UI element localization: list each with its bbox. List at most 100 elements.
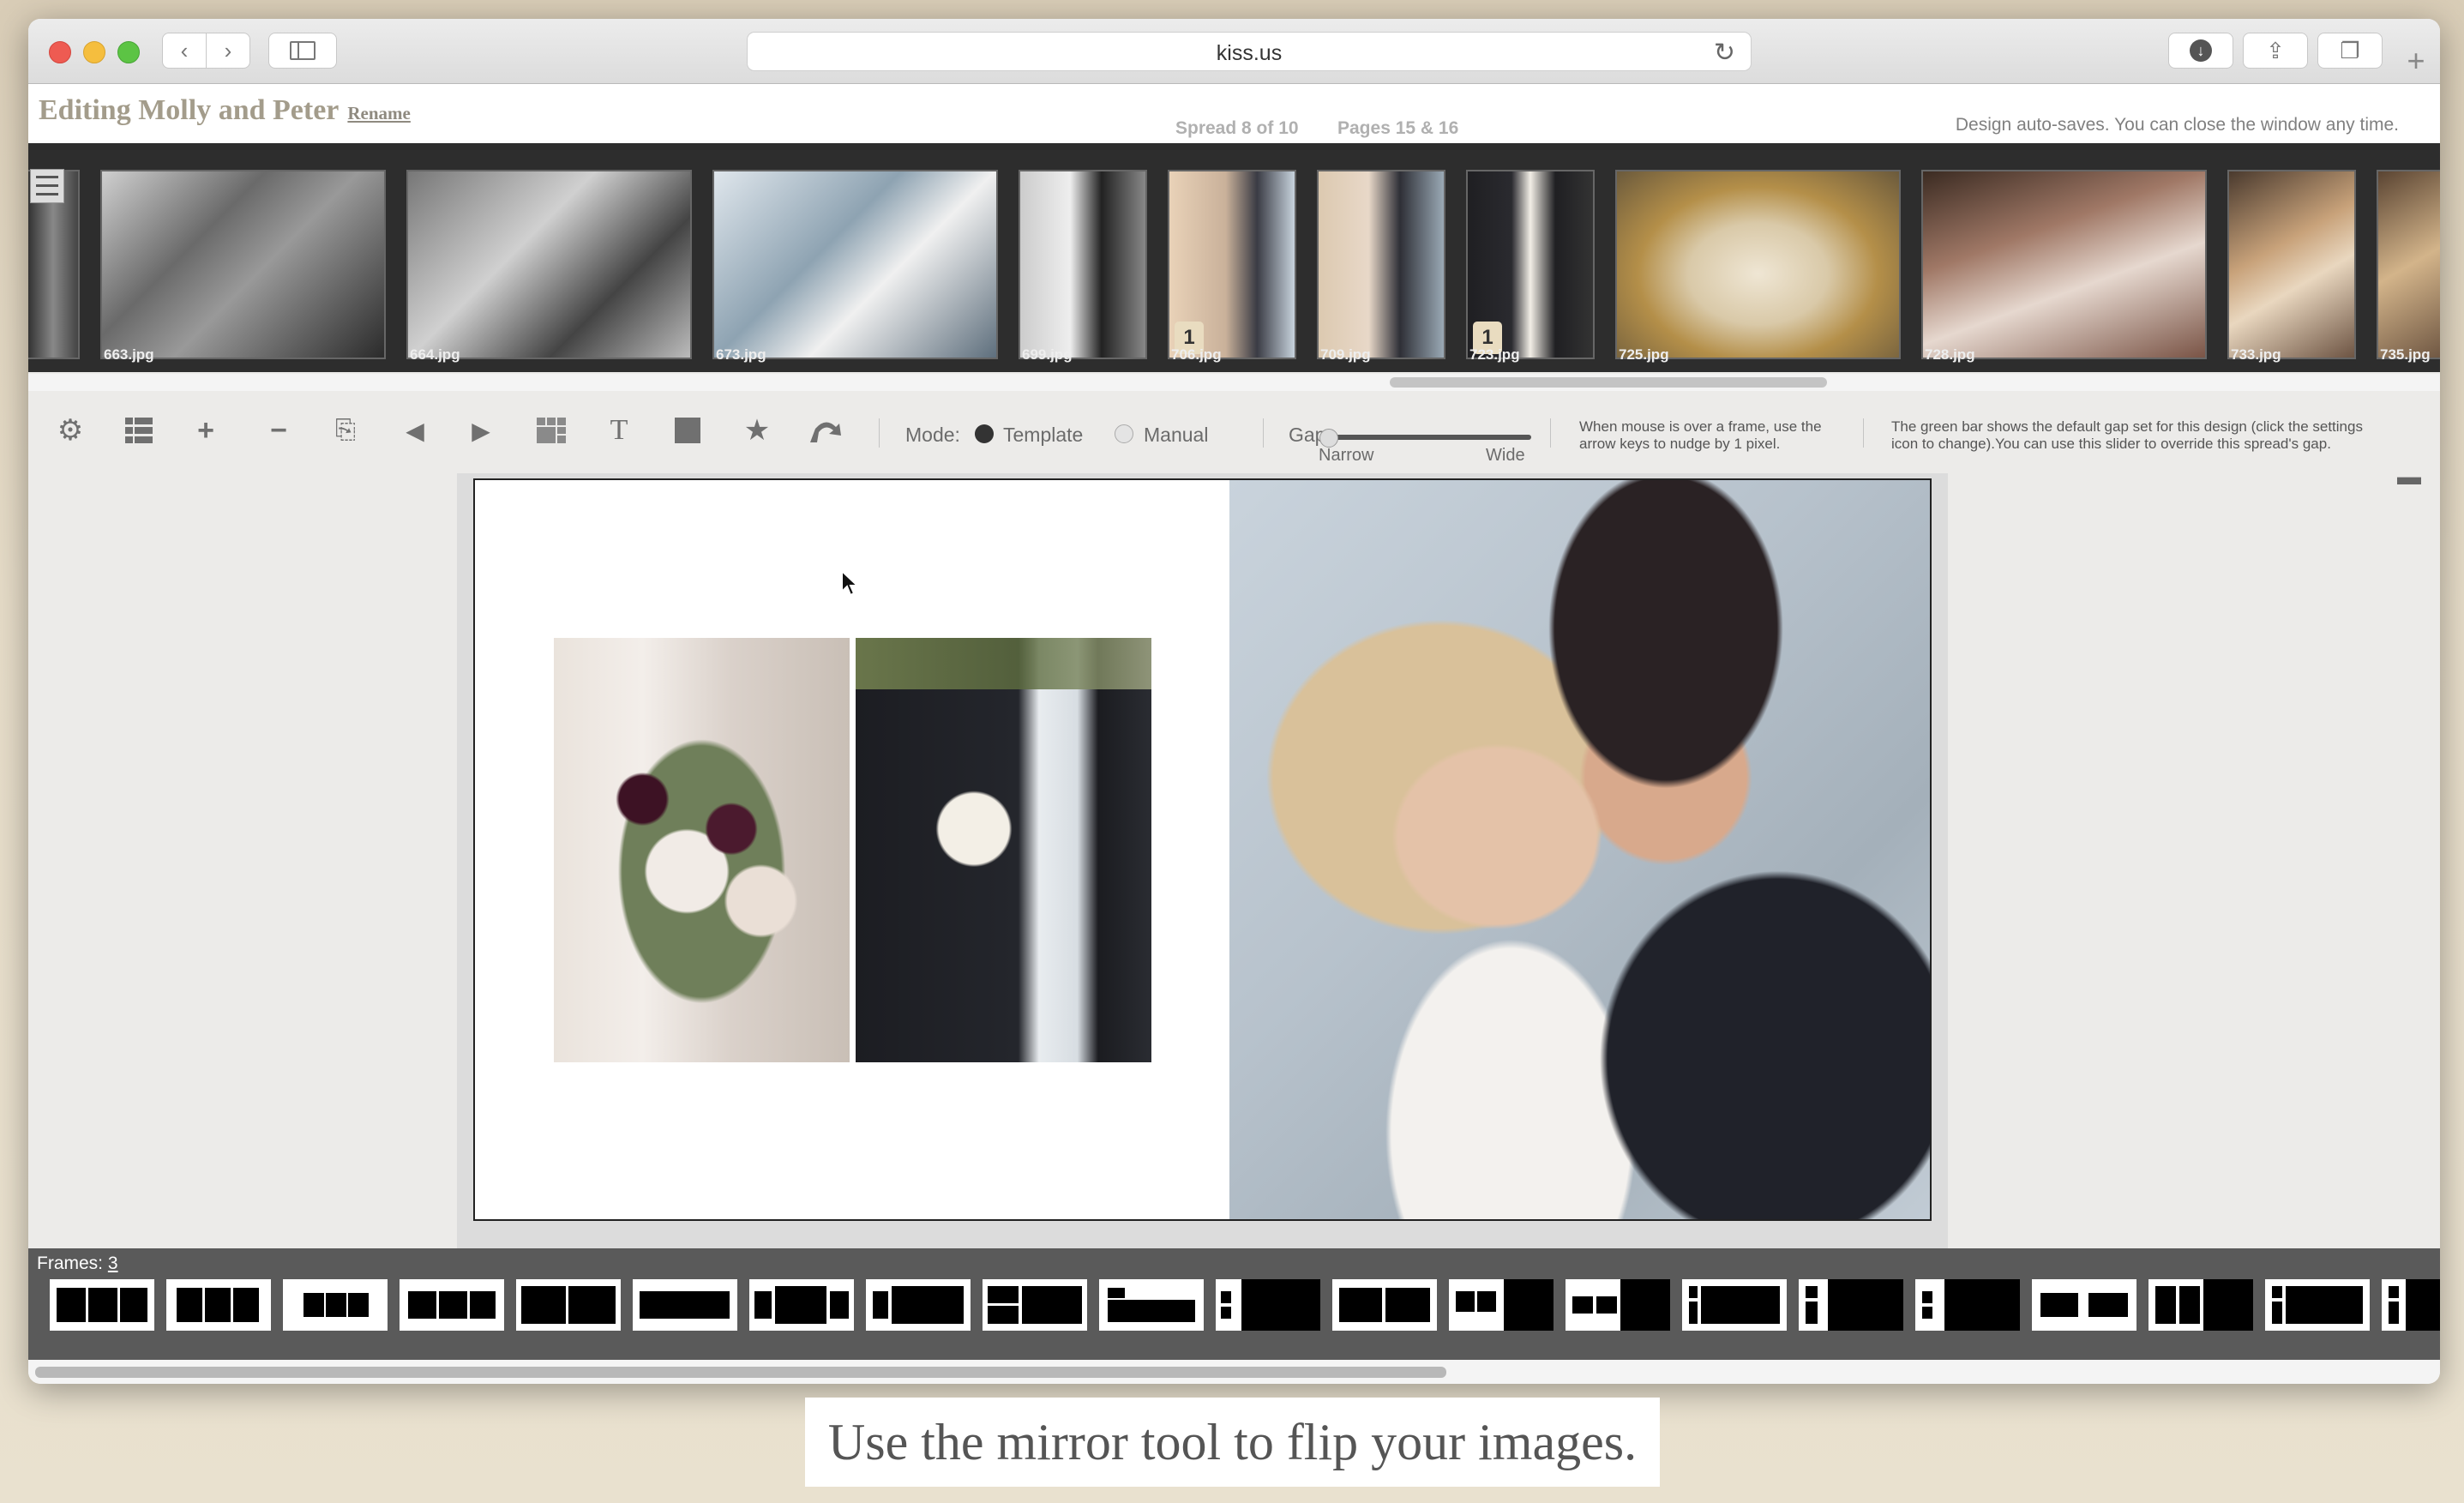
- gap-narrow-label: Narrow: [1319, 446, 1374, 465]
- thumbnail[interactable]: [2377, 170, 2440, 359]
- layout-template[interactable]: [749, 1279, 854, 1331]
- toolbar-divider: [1863, 418, 1864, 448]
- layout-template[interactable]: [2032, 1279, 2136, 1331]
- scrollbar-thumb[interactable]: [35, 1367, 1446, 1378]
- settings-gear-icon[interactable]: ⚙: [53, 413, 87, 448]
- mode-manual-radio[interactable]: [1115, 424, 1133, 443]
- layout-template[interactable]: [50, 1279, 154, 1331]
- gap-hint-line: icon to change).You can use this slider …: [1891, 436, 2331, 452]
- mirror-tool-icon[interactable]: [808, 413, 843, 448]
- thumbnail[interactable]: [2227, 170, 2356, 359]
- gap-slider-handle[interactable]: [1319, 429, 1338, 448]
- download-icon: ↓: [2190, 39, 2212, 62]
- copy-icon[interactable]: ⎘: [328, 413, 363, 448]
- downloads-button[interactable]: ↓: [2168, 33, 2233, 69]
- page-title: Editing Molly and Peter Rename: [39, 94, 411, 127]
- mode-manual-label[interactable]: Manual: [1144, 424, 1208, 447]
- thumbnail-filename: 673.jpg: [716, 346, 766, 363]
- share-button[interactable]: ⇪: [2243, 33, 2308, 69]
- thumbnail[interactable]: [100, 170, 386, 359]
- thumbnail[interactable]: 1: [1466, 170, 1595, 359]
- layout-template[interactable]: [2382, 1279, 2440, 1331]
- sidebar-toggle-button[interactable]: [268, 33, 337, 69]
- chevron-right-icon: ›: [224, 37, 232, 63]
- rectangle-frame-icon[interactable]: [670, 413, 705, 448]
- menu-icon[interactable]: [30, 169, 64, 203]
- couple-photo-frame[interactable]: [1229, 480, 1930, 1219]
- tabs-icon: ❐: [2340, 37, 2360, 63]
- minimize-window-button[interactable]: [83, 41, 105, 63]
- new-tab-button[interactable]: +: [2392, 38, 2440, 84]
- sidebar-icon: [290, 41, 316, 60]
- thumbnail-filename: 706.jpg: [1171, 346, 1222, 363]
- boutonniere-photo-frame[interactable]: [856, 638, 1151, 1062]
- thumbnail[interactable]: [1019, 170, 1147, 359]
- layout-template[interactable]: [1915, 1279, 2020, 1331]
- tabs-overview-button[interactable]: ❐: [2317, 33, 2383, 69]
- mode-template-radio[interactable]: [975, 424, 994, 443]
- back-button[interactable]: ‹: [162, 33, 207, 69]
- next-spread-icon[interactable]: ▶: [464, 413, 498, 448]
- layout-template[interactable]: [1216, 1279, 1320, 1331]
- layout-template[interactable]: [166, 1279, 271, 1331]
- thumbnail-filename: 709.jpg: [1320, 346, 1371, 363]
- layout-template[interactable]: [1099, 1279, 1204, 1331]
- zoom-window-button[interactable]: [117, 41, 140, 63]
- layout-template[interactable]: [400, 1279, 504, 1331]
- thumbnail[interactable]: 1: [1168, 170, 1296, 359]
- layout-template[interactable]: [283, 1279, 388, 1331]
- layout-template[interactable]: [633, 1279, 737, 1331]
- comment-icon[interactable]: ▬: [2392, 460, 2426, 494]
- layout-template[interactable]: [1332, 1279, 1437, 1331]
- share-icon: ⇪: [2266, 37, 2285, 63]
- mode-template-label[interactable]: Template: [1003, 424, 1083, 447]
- close-window-button[interactable]: [49, 41, 71, 63]
- layout-template[interactable]: [2148, 1279, 2253, 1331]
- spread-canvas[interactable]: [473, 478, 1932, 1221]
- layout-template[interactable]: [1682, 1279, 1787, 1331]
- bouquet-photo-frame[interactable]: [554, 638, 850, 1062]
- layout-template[interactable]: [516, 1279, 621, 1331]
- toolbar-divider: [1263, 418, 1264, 448]
- layout-template[interactable]: [1566, 1279, 1670, 1331]
- frames-count[interactable]: 3: [108, 1254, 118, 1273]
- browser-titlebar: ‹ › kiss.us ↻ ↓ ⇪ ❐ +: [28, 19, 2440, 84]
- rename-link[interactable]: Rename: [347, 103, 410, 123]
- thumbnail-filename: 699.jpg: [1022, 346, 1073, 363]
- previous-spread-icon[interactable]: ◀: [398, 413, 432, 448]
- thumbnail-filename: 663.jpg: [104, 346, 154, 363]
- layout-templates-bar: Frames: 3: [28, 1248, 2440, 1360]
- browser-window: ‹ › kiss.us ↻ ↓ ⇪ ❐ + Editing Molly and …: [28, 19, 2440, 1384]
- layout-template[interactable]: [2265, 1279, 2370, 1331]
- scrollbar-thumb[interactable]: [1390, 377, 1827, 388]
- chevron-left-icon: ‹: [180, 37, 189, 63]
- filmstrip-scrollbar[interactable]: [28, 374, 2440, 391]
- remove-spread-minus-icon[interactable]: −: [261, 413, 296, 448]
- spread-info: Spread 8 of 10: [1175, 118, 1299, 138]
- gap-slider-track[interactable]: [1325, 435, 1531, 440]
- nudge-hint-line: arrow keys to nudge by 1 pixel.: [1579, 436, 1781, 452]
- thumbnail[interactable]: [1921, 170, 2207, 359]
- frames-count-label: Frames: 3: [37, 1254, 118, 1274]
- add-spread-plus-icon[interactable]: +: [189, 413, 223, 448]
- gap-wide-label: Wide: [1486, 446, 1525, 465]
- reload-icon[interactable]: ↻: [1714, 38, 1735, 68]
- layout-template[interactable]: [1449, 1279, 1554, 1331]
- text-tool-icon[interactable]: T: [602, 413, 636, 448]
- thumbnail[interactable]: [406, 170, 692, 359]
- templates-scrollbar[interactable]: [28, 1360, 2440, 1384]
- gap-hint-line: The green bar shows the default gap set …: [1891, 418, 2363, 435]
- thumbnail[interactable]: [1615, 170, 1901, 359]
- star-icon[interactable]: ★: [740, 413, 774, 448]
- thumbnail[interactable]: [1317, 170, 1445, 359]
- layout-template[interactable]: [983, 1279, 1087, 1331]
- grid-icon[interactable]: [122, 413, 156, 448]
- address-bar[interactable]: kiss.us ↻: [747, 32, 1752, 71]
- layout-tiles-icon[interactable]: [534, 413, 568, 448]
- mode-label: Mode:: [905, 424, 960, 446]
- layout-template[interactable]: [1799, 1279, 1903, 1331]
- layout-template[interactable]: [866, 1279, 971, 1331]
- thumbnail[interactable]: [712, 170, 998, 359]
- forward-button[interactable]: ›: [206, 33, 250, 69]
- thumbnail-filename: 735.jpg: [2380, 346, 2431, 363]
